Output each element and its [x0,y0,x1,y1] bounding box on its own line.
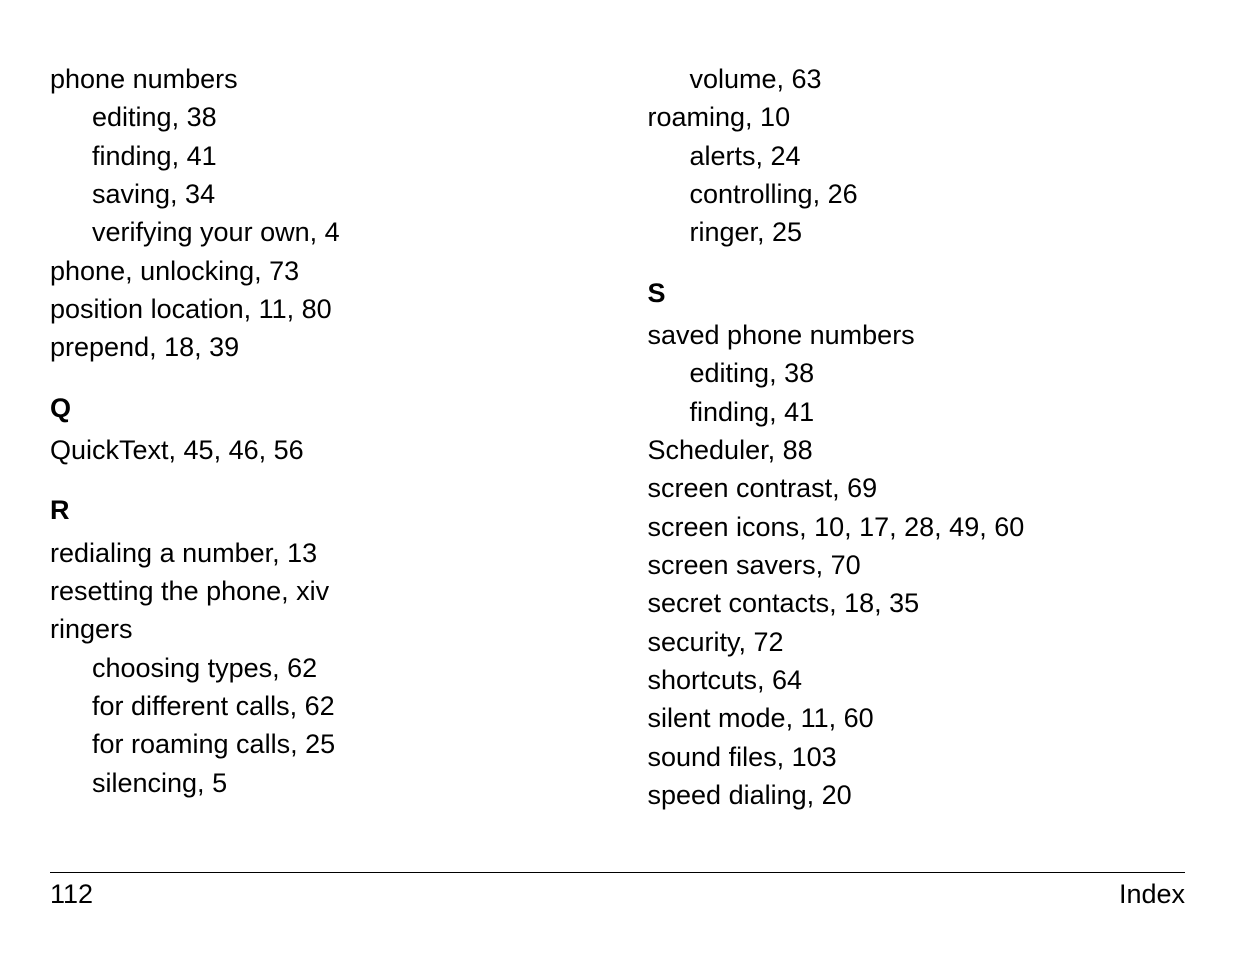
section-heading-r: R [50,491,588,529]
index-entry: resetting the phone, xiv [50,572,588,610]
index-subentry: editing, 38 [50,98,588,136]
index-subentry: silencing, 5 [50,764,588,802]
index-entry: sound files, 103 [648,738,1186,776]
page-footer: 112 Index [50,872,1185,910]
index-subentry: finding, 41 [648,393,1186,431]
section-heading-s: S [648,274,1186,312]
right-column: volume, 63 roaming, 10 alerts, 24 contro… [648,60,1186,814]
index-entry: phone, unlocking, 73 [50,252,588,290]
index-subentry: ringer, 25 [648,213,1186,251]
index-entry: shortcuts, 64 [648,661,1186,699]
index-entry: position location, 11, 80 [50,290,588,328]
page: phone numbers editing, 38 finding, 41 sa… [0,0,1235,954]
index-entry: Scheduler, 88 [648,431,1186,469]
index-entry: QuickText, 45, 46, 56 [50,431,588,469]
index-subentry: editing, 38 [648,354,1186,392]
index-subentry: choosing types, 62 [50,649,588,687]
index-entry: ringers [50,610,588,648]
page-number: 112 [50,879,93,910]
index-subentry: saving, 34 [50,175,588,213]
index-entry: screen icons, 10, 17, 28, 49, 60 [648,508,1186,546]
index-subentry: controlling, 26 [648,175,1186,213]
index-entry: saved phone numbers [648,316,1186,354]
footer-label: Index [1119,879,1185,910]
index-subentry: alerts, 24 [648,137,1186,175]
index-subentry: for different calls, 62 [50,687,588,725]
index-entry: speed dialing, 20 [648,776,1186,814]
index-entry: security, 72 [648,623,1186,661]
index-entry: redialing a number, 13 [50,534,588,572]
index-entry: roaming, 10 [648,98,1186,136]
index-subentry: verifying your own, 4 [50,213,588,251]
index-entry: secret contacts, 18, 35 [648,584,1186,622]
index-subentry: volume, 63 [648,60,1186,98]
index-entry: screen contrast, 69 [648,469,1186,507]
index-entry: screen savers, 70 [648,546,1186,584]
left-column: phone numbers editing, 38 finding, 41 sa… [50,60,588,814]
index-entry: phone numbers [50,60,588,98]
index-entry: prepend, 18, 39 [50,328,588,366]
index-columns: phone numbers editing, 38 finding, 41 sa… [50,60,1185,814]
index-subentry: finding, 41 [50,137,588,175]
index-entry: silent mode, 11, 60 [648,699,1186,737]
index-subentry: for roaming calls, 25 [50,725,588,763]
section-heading-q: Q [50,389,588,427]
